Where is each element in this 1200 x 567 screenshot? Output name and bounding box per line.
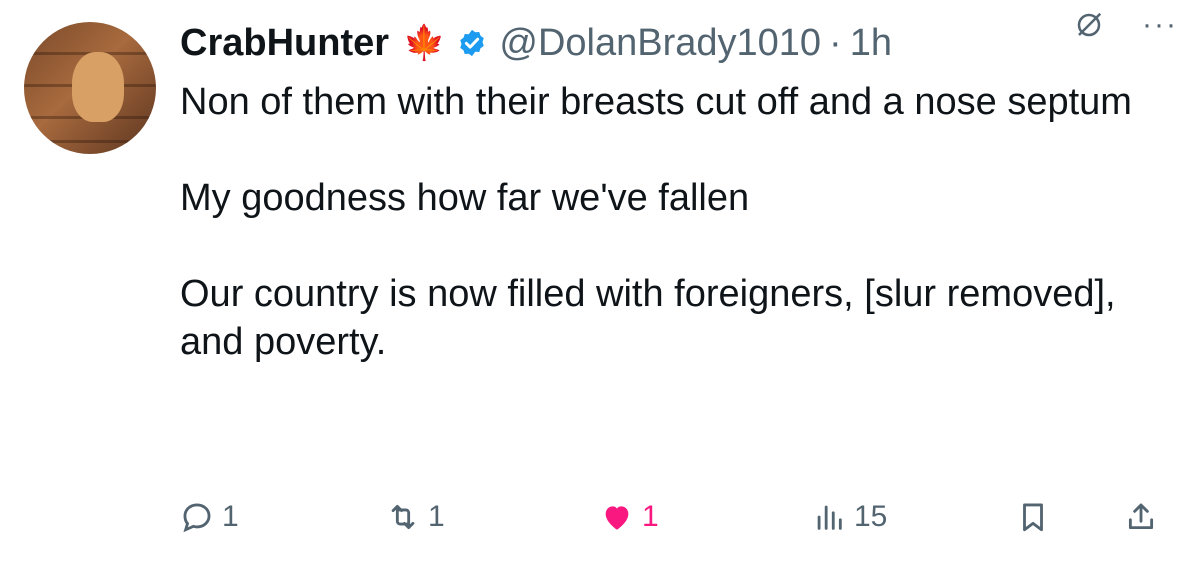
avatar[interactable]: [24, 22, 156, 154]
post-paragraph: My goodness how far we've fallen: [180, 177, 750, 219]
like-button[interactable]: 1: [600, 500, 659, 534]
views-icon: [817, 505, 842, 530]
post-paragraph: Non of them with their breasts cut off a…: [180, 81, 1132, 123]
author-name[interactable]: CrabHunter: [180, 22, 389, 65]
retweet-count: 1: [428, 500, 445, 533]
post-body: Non of them with their breasts cut off a…: [180, 78, 1180, 366]
share-icon: [1128, 503, 1154, 530]
post-header: CrabHunter 🍁 @DolanBrady1010 · 1h: [180, 18, 1180, 68]
more-icon[interactable]: ···: [1142, 10, 1178, 40]
retweet-icon: [391, 504, 415, 530]
separator-dot: ·: [829, 21, 842, 64]
heart-icon: [605, 506, 629, 530]
reply-icon: [183, 503, 211, 533]
reply-count: 1: [222, 500, 239, 533]
like-count: 1: [642, 500, 659, 533]
post-time[interactable]: 1h: [850, 22, 892, 65]
maple-leaf-emoji: 🍁: [403, 24, 446, 62]
bookmark-icon: [1023, 503, 1043, 532]
grok-icon[interactable]: [1074, 10, 1104, 40]
bookmark-button[interactable]: [1016, 500, 1050, 534]
verified-icon: [457, 28, 487, 58]
views-button[interactable]: 15: [812, 500, 887, 534]
retweet-button[interactable]: 1: [386, 500, 445, 534]
reply-button[interactable]: 1: [180, 500, 239, 534]
post-paragraph: Our country is now filled with foreigner…: [180, 273, 1116, 363]
share-button[interactable]: [1124, 500, 1158, 534]
author-handle[interactable]: @DolanBrady1010: [499, 22, 821, 65]
action-bar: 1 1 1 15: [180, 500, 1180, 544]
view-count: 15: [854, 500, 888, 533]
